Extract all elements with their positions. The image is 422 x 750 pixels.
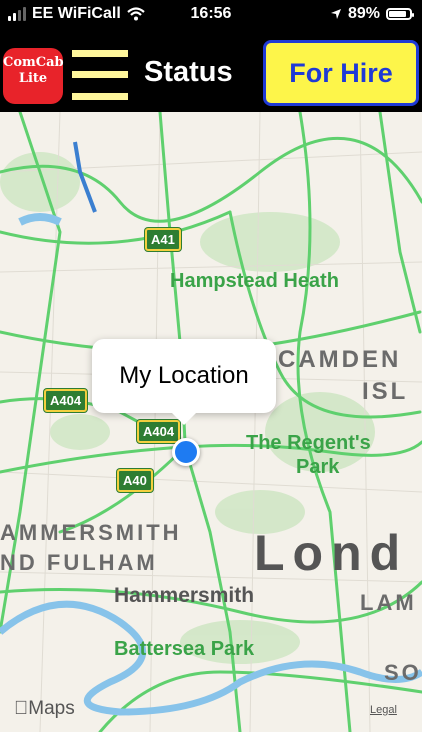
hamburger-menu-icon[interactable] xyxy=(72,50,128,100)
my-location-callout[interactable]: My Location xyxy=(92,339,276,425)
legal-link[interactable]: Legal xyxy=(370,704,397,716)
label-southwark: SO xyxy=(384,660,422,685)
current-location-dot[interactable] xyxy=(172,438,200,466)
label-battersea-park: Battersea Park xyxy=(114,638,255,660)
label-hammersmith: Hammersmith xyxy=(114,584,255,607)
logo-line1: ComCab xyxy=(3,55,64,70)
road-label-a41: A41 xyxy=(145,228,181,251)
label-islington: ISL xyxy=(362,378,409,405)
status-right: 89% xyxy=(330,5,414,23)
status-label: Status xyxy=(144,56,233,88)
label-hampstead-heath: Hampstead Heath xyxy=(170,270,339,292)
label-lambeth: LAM xyxy=(360,590,417,615)
label-london: Lond xyxy=(254,525,409,581)
map-view[interactable]: A41 A404 A404 A40 Hampstead Heath The Re… xyxy=(0,112,422,732)
logo-line2: Lite xyxy=(18,71,48,86)
road-label-a40: A40 xyxy=(117,469,153,492)
label-hammersmith-fulham-2: ND FULHAM xyxy=(0,550,158,575)
label-camden: CAMDEN xyxy=(278,346,402,373)
status-bar: EE WiFiCall 16:56 89% xyxy=(0,0,422,28)
road-label-a404-west: A404 xyxy=(44,389,88,412)
label-regents-park: The Regent's xyxy=(246,432,371,454)
label-hammersmith-fulham-1: AMMERSMITH xyxy=(0,520,182,545)
battery-icon xyxy=(386,8,414,20)
bottom-bar xyxy=(0,732,422,750)
battery-percent: 89% xyxy=(347,5,380,22)
maps-brand-label: Maps xyxy=(14,698,74,719)
comcab-logo: ComCab Lite xyxy=(3,48,64,104)
for-hire-button[interactable]: For Hire xyxy=(263,40,419,106)
location-arrow-icon xyxy=(330,9,341,19)
label-regents-park-2: Park xyxy=(296,456,340,478)
apple-maps-logo: Maps xyxy=(14,698,75,720)
app-toolbar: ComCab Lite Status For Hire xyxy=(0,28,422,112)
